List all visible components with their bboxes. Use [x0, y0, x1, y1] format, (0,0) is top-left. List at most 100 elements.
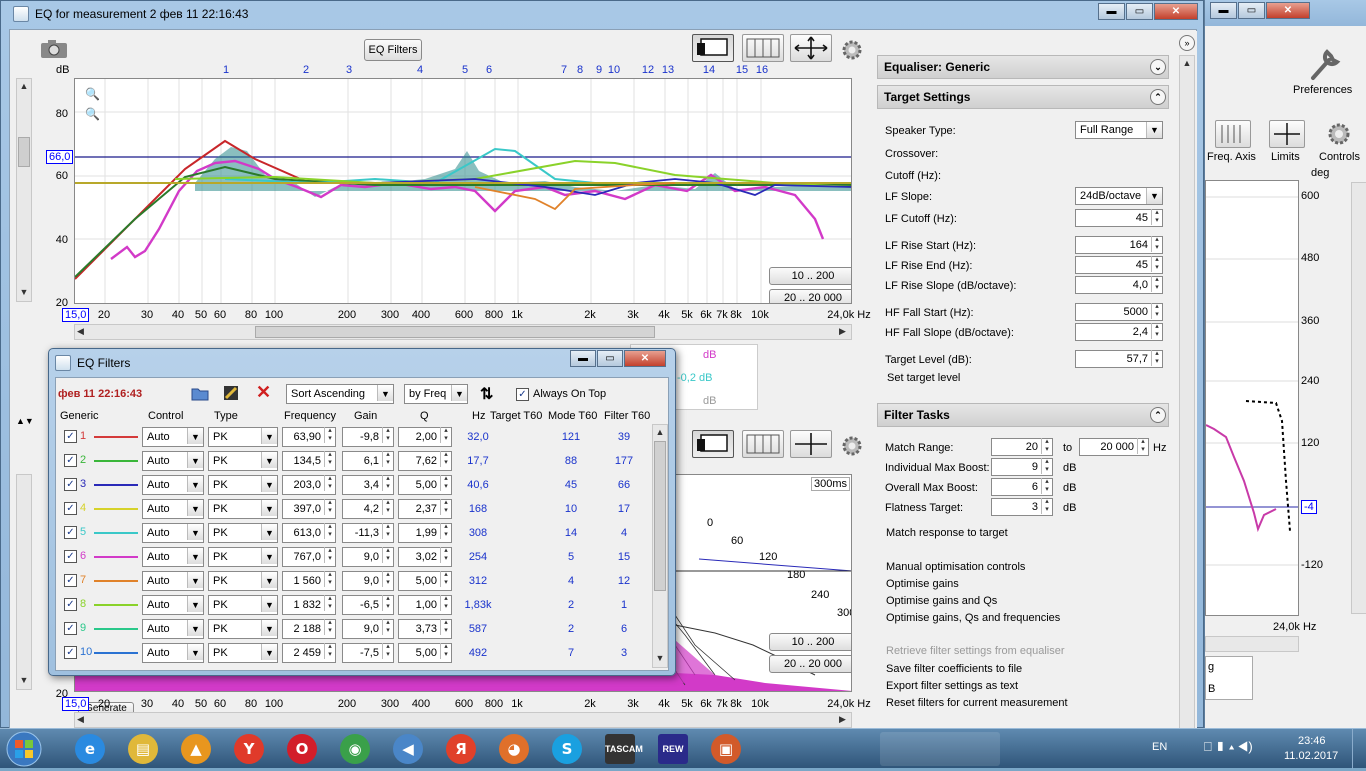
dialog-close-button[interactable]: ✕	[624, 350, 666, 367]
camera-icon[interactable]	[38, 38, 70, 60]
settings-gear-icon[interactable]	[840, 38, 864, 62]
match-range-to-field[interactable]: 20 000	[1079, 438, 1149, 456]
save-edit-icon[interactable]	[222, 384, 242, 402]
filter-marker-3[interactable]: 3	[339, 64, 359, 76]
filter-frequency-field[interactable]: 1 560	[282, 571, 336, 591]
bg-close-button[interactable]: ✕	[1266, 2, 1310, 19]
bottom-graph-layout-button[interactable]	[692, 430, 734, 458]
top-frequency-plot[interactable]: 🔍 🔍 10 .. 200 20 .. 20 000	[74, 78, 852, 304]
filter-enabled-checkbox[interactable]: ✓	[64, 430, 77, 443]
eq-filters-button[interactable]: EQ Filters	[364, 39, 422, 61]
bottom-graph-vertical-scrollbar[interactable]: ▼	[16, 474, 32, 690]
top-graph-horizontal-scrollbar[interactable]: ◀ ▶	[74, 324, 852, 340]
taskbar-app-yandex-browser[interactable]: Y	[225, 732, 273, 766]
reset-filters-button[interactable]: Reset filters for current measurement	[886, 697, 1068, 709]
speaker-type-select[interactable]: Full Range	[1075, 121, 1163, 139]
filter-control-select[interactable]: Auto	[142, 523, 204, 543]
phase-vertical-scrollbar[interactable]	[1351, 182, 1366, 614]
filter-frequency-field[interactable]: 134,5	[282, 451, 336, 471]
filter-gain-field[interactable]: -11,3	[342, 523, 394, 543]
sort-toggle-icon[interactable]: ⇅	[480, 384, 493, 404]
dialog-minimize-button[interactable]: ▬	[570, 350, 596, 367]
sort-by-select[interactable]: by Freq	[404, 384, 468, 404]
taskbar-app-chrome[interactable]: ◉	[331, 732, 379, 766]
taskbar-app-skype[interactable]: S	[543, 732, 591, 766]
filter-type-select[interactable]: PK	[208, 643, 278, 663]
filter-type-select[interactable]: PK	[208, 475, 278, 495]
filter-gain-field[interactable]: 9,0	[342, 619, 394, 639]
filter-control-select[interactable]: Auto	[142, 451, 204, 471]
filter-enabled-checkbox[interactable]: ✓	[64, 526, 77, 539]
graph-layout-button[interactable]	[692, 34, 734, 62]
filter-marker-14[interactable]: 14	[699, 64, 719, 76]
filter-frequency-field[interactable]: 2 459	[282, 643, 336, 663]
top-graph-vertical-scrollbar[interactable]: ▲ ▼	[16, 78, 32, 302]
retrieve-filters-button[interactable]: Retrieve filter settings from equaliser	[886, 645, 1065, 657]
lf-rise-slope-field[interactable]: 4,0	[1075, 276, 1163, 294]
filter-q-field[interactable]: 3,02	[398, 547, 452, 567]
filter-control-select[interactable]: Auto	[142, 619, 204, 639]
filter-type-select[interactable]: PK	[208, 571, 278, 591]
taskbar-app-rew[interactable]: REW	[649, 732, 697, 766]
right-panel-scrollbar[interactable]: ▲	[1179, 55, 1195, 729]
filter-table-scrollbar[interactable]: ▲ ▼	[652, 424, 668, 668]
sort-order-select[interactable]: Sort Ascending	[286, 384, 394, 404]
filter-q-field[interactable]: 5,00	[398, 475, 452, 495]
preferences-label[interactable]: Preferences	[1293, 84, 1352, 96]
expand-equaliser-button[interactable]: ⌄	[1150, 59, 1166, 75]
filter-enabled-checkbox[interactable]: ✓	[64, 502, 77, 515]
filter-marker-8[interactable]: 8	[570, 64, 590, 76]
filter-q-field[interactable]: 7,62	[398, 451, 452, 471]
folder-icon[interactable]	[190, 384, 210, 402]
lf-rise-start-field[interactable]: 164	[1075, 236, 1163, 254]
bottom-range-20-20000-button[interactable]: 20 .. 20 000	[769, 655, 851, 673]
bottom-graph-horizontal-scrollbar[interactable]: ◀ ▶	[74, 712, 852, 728]
close-button[interactable]: ✕	[1154, 3, 1198, 20]
clock-date[interactable]: 11.02.2017	[1284, 750, 1338, 762]
filter-gain-field[interactable]: -7,5	[342, 643, 394, 663]
lf-cutoff-field[interactable]: 45	[1075, 209, 1163, 227]
bottom-settings-gear-icon[interactable]	[840, 434, 864, 458]
overall-max-boost-field[interactable]: 6	[991, 478, 1053, 496]
filter-frequency-field[interactable]: 397,0	[282, 499, 336, 519]
filter-enabled-checkbox[interactable]: ✓	[64, 478, 77, 491]
dialog-maximize-button[interactable]: ▭	[597, 350, 623, 367]
filter-enabled-checkbox[interactable]: ✓	[64, 622, 77, 635]
taskbar-active-window[interactable]	[880, 732, 1000, 766]
bottom-freq-axis-button[interactable]	[742, 430, 784, 458]
phase-horizontal-scrollbar[interactable]	[1205, 636, 1299, 652]
taskbar-app-aimp[interactable]: ▲	[172, 732, 220, 766]
filter-frequency-field[interactable]: 1 832	[282, 595, 336, 615]
filter-frequency-field[interactable]: 767,0	[282, 547, 336, 567]
filter-control-select[interactable]: Auto	[142, 475, 204, 495]
equaliser-header[interactable]: Equaliser: Generic ⌄	[877, 55, 1169, 79]
match-response-button[interactable]: Match response to target	[886, 527, 1008, 539]
lf-rise-end-field[interactable]: 45	[1075, 256, 1163, 274]
phase-plot[interactable]	[1205, 180, 1299, 616]
lf-slope-select[interactable]: 24dB/octave	[1075, 187, 1163, 205]
filter-gain-field[interactable]: 3,4	[342, 475, 394, 495]
freq-axis-toggle-button[interactable]	[742, 34, 784, 62]
filter-control-select[interactable]: Auto	[142, 571, 204, 591]
filter-marker-4[interactable]: 4	[410, 64, 430, 76]
match-range-from-field[interactable]: 20	[991, 438, 1053, 456]
filter-frequency-field[interactable]: 203,0	[282, 475, 336, 495]
minimize-button[interactable]: ▬	[1098, 3, 1125, 20]
clock-time[interactable]: 23:46	[1298, 735, 1326, 747]
taskbar-app-opera[interactable]: O	[278, 732, 326, 766]
filter-type-select[interactable]: PK	[208, 547, 278, 567]
individual-max-boost-field[interactable]: 9	[991, 458, 1053, 476]
panel-toggle-button[interactable]: »	[1179, 35, 1195, 51]
tray-icons[interactable]: ⎕ ▮ ▴ ◀)	[1204, 739, 1253, 755]
filter-marker-15[interactable]: 15	[732, 64, 752, 76]
bg-minimize-button[interactable]: ▬	[1210, 2, 1237, 19]
filter-q-field[interactable]: 1,00	[398, 595, 452, 615]
bottom-limits-button[interactable]	[790, 430, 832, 458]
filter-type-select[interactable]: PK	[208, 523, 278, 543]
gear-icon[interactable]	[1325, 120, 1353, 148]
taskbar-app-volume[interactable]: ◀	[384, 732, 432, 766]
optimise-gains-qs-button[interactable]: Optimise gains and Qs	[886, 595, 997, 607]
filter-type-select[interactable]: PK	[208, 595, 278, 615]
export-settings-button[interactable]: Export filter settings as text	[886, 680, 1018, 692]
filter-marker-2[interactable]: 2	[296, 64, 316, 76]
